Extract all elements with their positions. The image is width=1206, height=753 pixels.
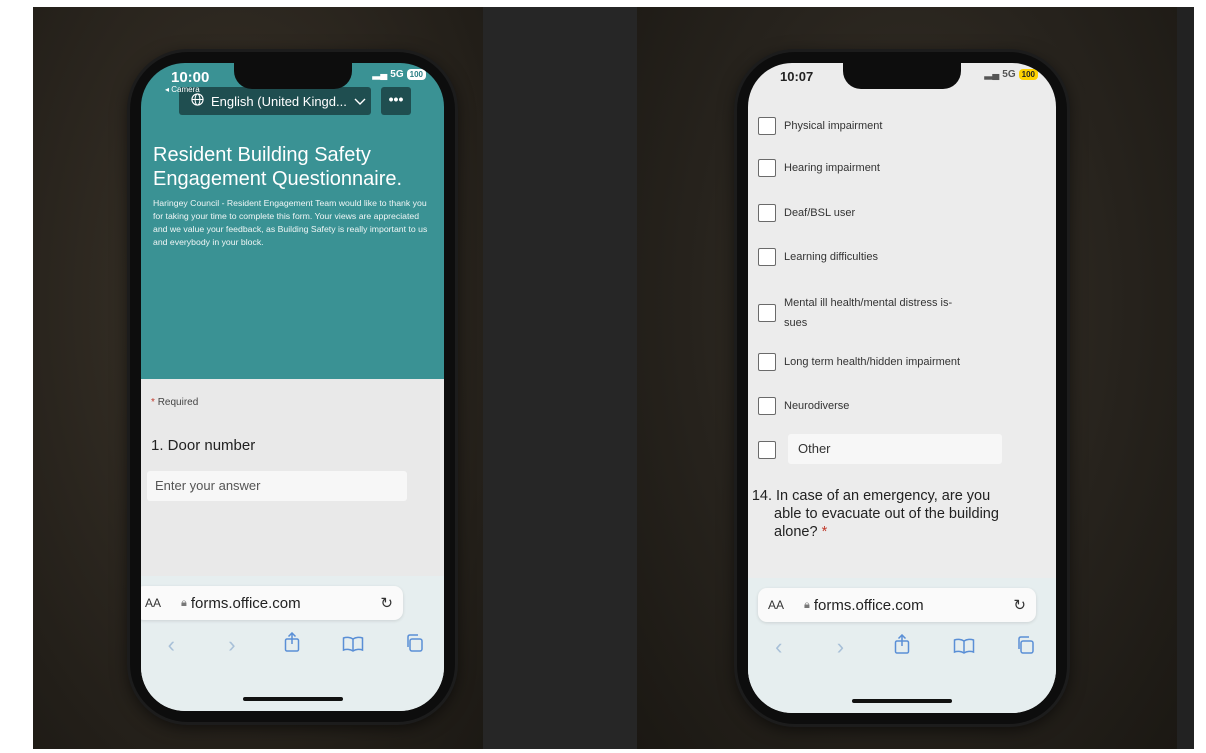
checkbox[interactable] — [758, 159, 776, 177]
required-star: * — [821, 524, 828, 540]
lock-icon: 🔒︎ — [181, 596, 187, 609]
back-icon[interactable]: ‹ — [156, 632, 186, 658]
globe-icon — [191, 93, 204, 109]
option-learning-difficulties[interactable]: Learning difficulties — [758, 248, 878, 266]
bookmarks-icon[interactable] — [949, 634, 979, 660]
back-icon[interactable]: ‹ — [764, 634, 794, 660]
text-size-button[interactable]: AA — [768, 598, 784, 612]
signal-icon: ▂▄ — [372, 69, 388, 80]
required-label: Required — [157, 397, 199, 408]
reload-icon[interactable]: ↻ — [1013, 596, 1026, 614]
checkbox[interactable] — [758, 248, 776, 266]
form-header: 10:00 ◂ Camera ▂▄ 5G 100 English (United… — [141, 63, 444, 379]
option-deaf-bsl-user[interactable]: Deaf/BSL user — [758, 204, 855, 222]
network-label: 5G — [1002, 69, 1016, 80]
address-bar[interactable]: AA 🔒︎ forms.office.com ↻ — [758, 588, 1036, 622]
browser-bar: AA 🔒︎ forms.office.com ↻ ‹ › — [141, 576, 444, 711]
home-indicator — [852, 699, 952, 703]
option-label: Learning difficulties — [784, 251, 878, 263]
question-number: 14. — [751, 488, 772, 504]
network-label: 5G — [390, 69, 404, 80]
option-label: Mental ill health/mental distress is- su… — [784, 293, 952, 333]
battery-icon: 100 — [406, 69, 426, 80]
forward-icon[interactable]: › — [825, 634, 855, 660]
other-input[interactable]: Other — [788, 434, 1002, 464]
option-label-line2: sues — [784, 317, 808, 329]
more-options-button[interactable]: ••• — [381, 87, 411, 115]
reload-icon[interactable]: ↻ — [380, 594, 393, 612]
checkbox[interactable] — [758, 117, 776, 135]
door-number-input[interactable]: Enter your answer — [147, 471, 407, 501]
option-label: Neurodiverse — [784, 400, 850, 412]
home-indicator — [242, 697, 343, 701]
status-indicators: ▂▄ 5G 100 — [985, 69, 1038, 80]
question-14-line1: 14. In case of an emergency, are you — [748, 487, 1018, 505]
chevron-down-icon — [354, 94, 366, 109]
right-edge-panel — [1177, 7, 1194, 749]
url-display: 🔒︎ forms.office.com — [181, 595, 301, 612]
left-screen: 10:00 ◂ Camera ▂▄ 5G 100 English (United… — [141, 63, 444, 711]
form-title: Resident Building Safety Engagement Ques… — [153, 144, 403, 190]
question-door-number: 1. Door number — [151, 437, 256, 454]
language-selector[interactable]: English (United Kingd... — [179, 87, 371, 115]
tabs-icon[interactable] — [1010, 634, 1040, 660]
browser-toolbar: ‹ › — [141, 631, 444, 658]
question-14-line2: able to evacuate out of the building — [774, 506, 999, 522]
text-size-button[interactable]: AA — [145, 596, 161, 610]
option-label: Long term health/hidden impairment — [784, 356, 961, 368]
signal-icon: ▂▄ — [984, 69, 1000, 80]
share-icon[interactable] — [277, 631, 307, 658]
notch — [843, 63, 961, 89]
notch — [233, 63, 352, 89]
status-indicators: ▂▄ 5G 100 — [373, 69, 426, 80]
form-description: Haringey Council - Resident Engagement T… — [153, 198, 428, 247]
option-other[interactable] — [758, 441, 776, 459]
status-time: 10:07 — [780, 69, 814, 84]
checkbox[interactable] — [758, 204, 776, 222]
language-label: English (United Kingd... — [211, 93, 347, 109]
browser-toolbar: ‹ › — [748, 633, 1056, 660]
option-label: Hearing impairment — [784, 162, 880, 174]
question-14: 14. In case of an emergency, are you abl… — [748, 487, 1018, 541]
forward-icon[interactable]: › — [217, 632, 247, 658]
required-note: * Required — [151, 397, 198, 408]
left-photo: 10:00 ◂ Camera ▂▄ 5G 100 English (United… — [33, 7, 483, 749]
checkbox[interactable] — [758, 397, 776, 415]
back-to-camera[interactable]: ◂ Camera — [165, 85, 200, 94]
address-bar[interactable]: AA 🔒︎ forms.office.com ↻ — [141, 586, 403, 620]
url-display: 🔒︎ forms.office.com — [804, 597, 924, 614]
browser-bar: AA 🔒︎ forms.office.com ↻ ‹ › — [748, 578, 1056, 713]
separator-panel — [483, 7, 637, 749]
option-hearing-impairment[interactable]: Hearing impairment — [758, 159, 880, 177]
url-text: forms.office.com — [190, 594, 301, 612]
option-long-term-health[interactable]: Long term health/hidden impairment — [758, 353, 960, 371]
url-text: forms.office.com — [813, 596, 924, 614]
option-physical-impairment[interactable]: Physical impairment — [758, 117, 882, 135]
required-star: * — [151, 397, 155, 408]
form-body: 10:07 ▂▄ 5G 100 Physical impairment Hear… — [748, 63, 1056, 713]
tabs-icon[interactable] — [399, 632, 429, 658]
option-neurodiverse[interactable]: Neurodiverse — [758, 397, 849, 415]
checkbox[interactable] — [758, 353, 776, 371]
question-text-3: alone? — [774, 524, 818, 540]
share-icon[interactable] — [887, 633, 917, 660]
option-label-line1: Mental ill health/mental distress is- — [784, 297, 953, 309]
option-label: Deaf/BSL user — [784, 207, 856, 219]
question-text-1: In case of an emergency, are you — [776, 488, 991, 504]
right-photo: 10:07 ▂▄ 5G 100 Physical impairment Hear… — [637, 7, 1177, 749]
right-screen: 10:07 ▂▄ 5G 100 Physical impairment Hear… — [748, 63, 1056, 713]
checkbox[interactable] — [758, 441, 776, 459]
right-phone: 10:07 ▂▄ 5G 100 Physical impairment Hear… — [737, 52, 1067, 724]
checkbox[interactable] — [758, 304, 776, 322]
left-phone: 10:00 ◂ Camera ▂▄ 5G 100 English (United… — [130, 52, 455, 722]
battery-icon: 100 — [1018, 69, 1038, 80]
option-mental-ill-health[interactable]: Mental ill health/mental distress is- su… — [758, 293, 952, 333]
option-label: Physical impairment — [784, 120, 883, 132]
lock-icon: 🔒︎ — [804, 598, 810, 611]
bookmarks-icon[interactable] — [338, 632, 368, 658]
status-time: 10:00 — [171, 69, 210, 86]
question-14-line3: alone? * — [748, 523, 1018, 541]
